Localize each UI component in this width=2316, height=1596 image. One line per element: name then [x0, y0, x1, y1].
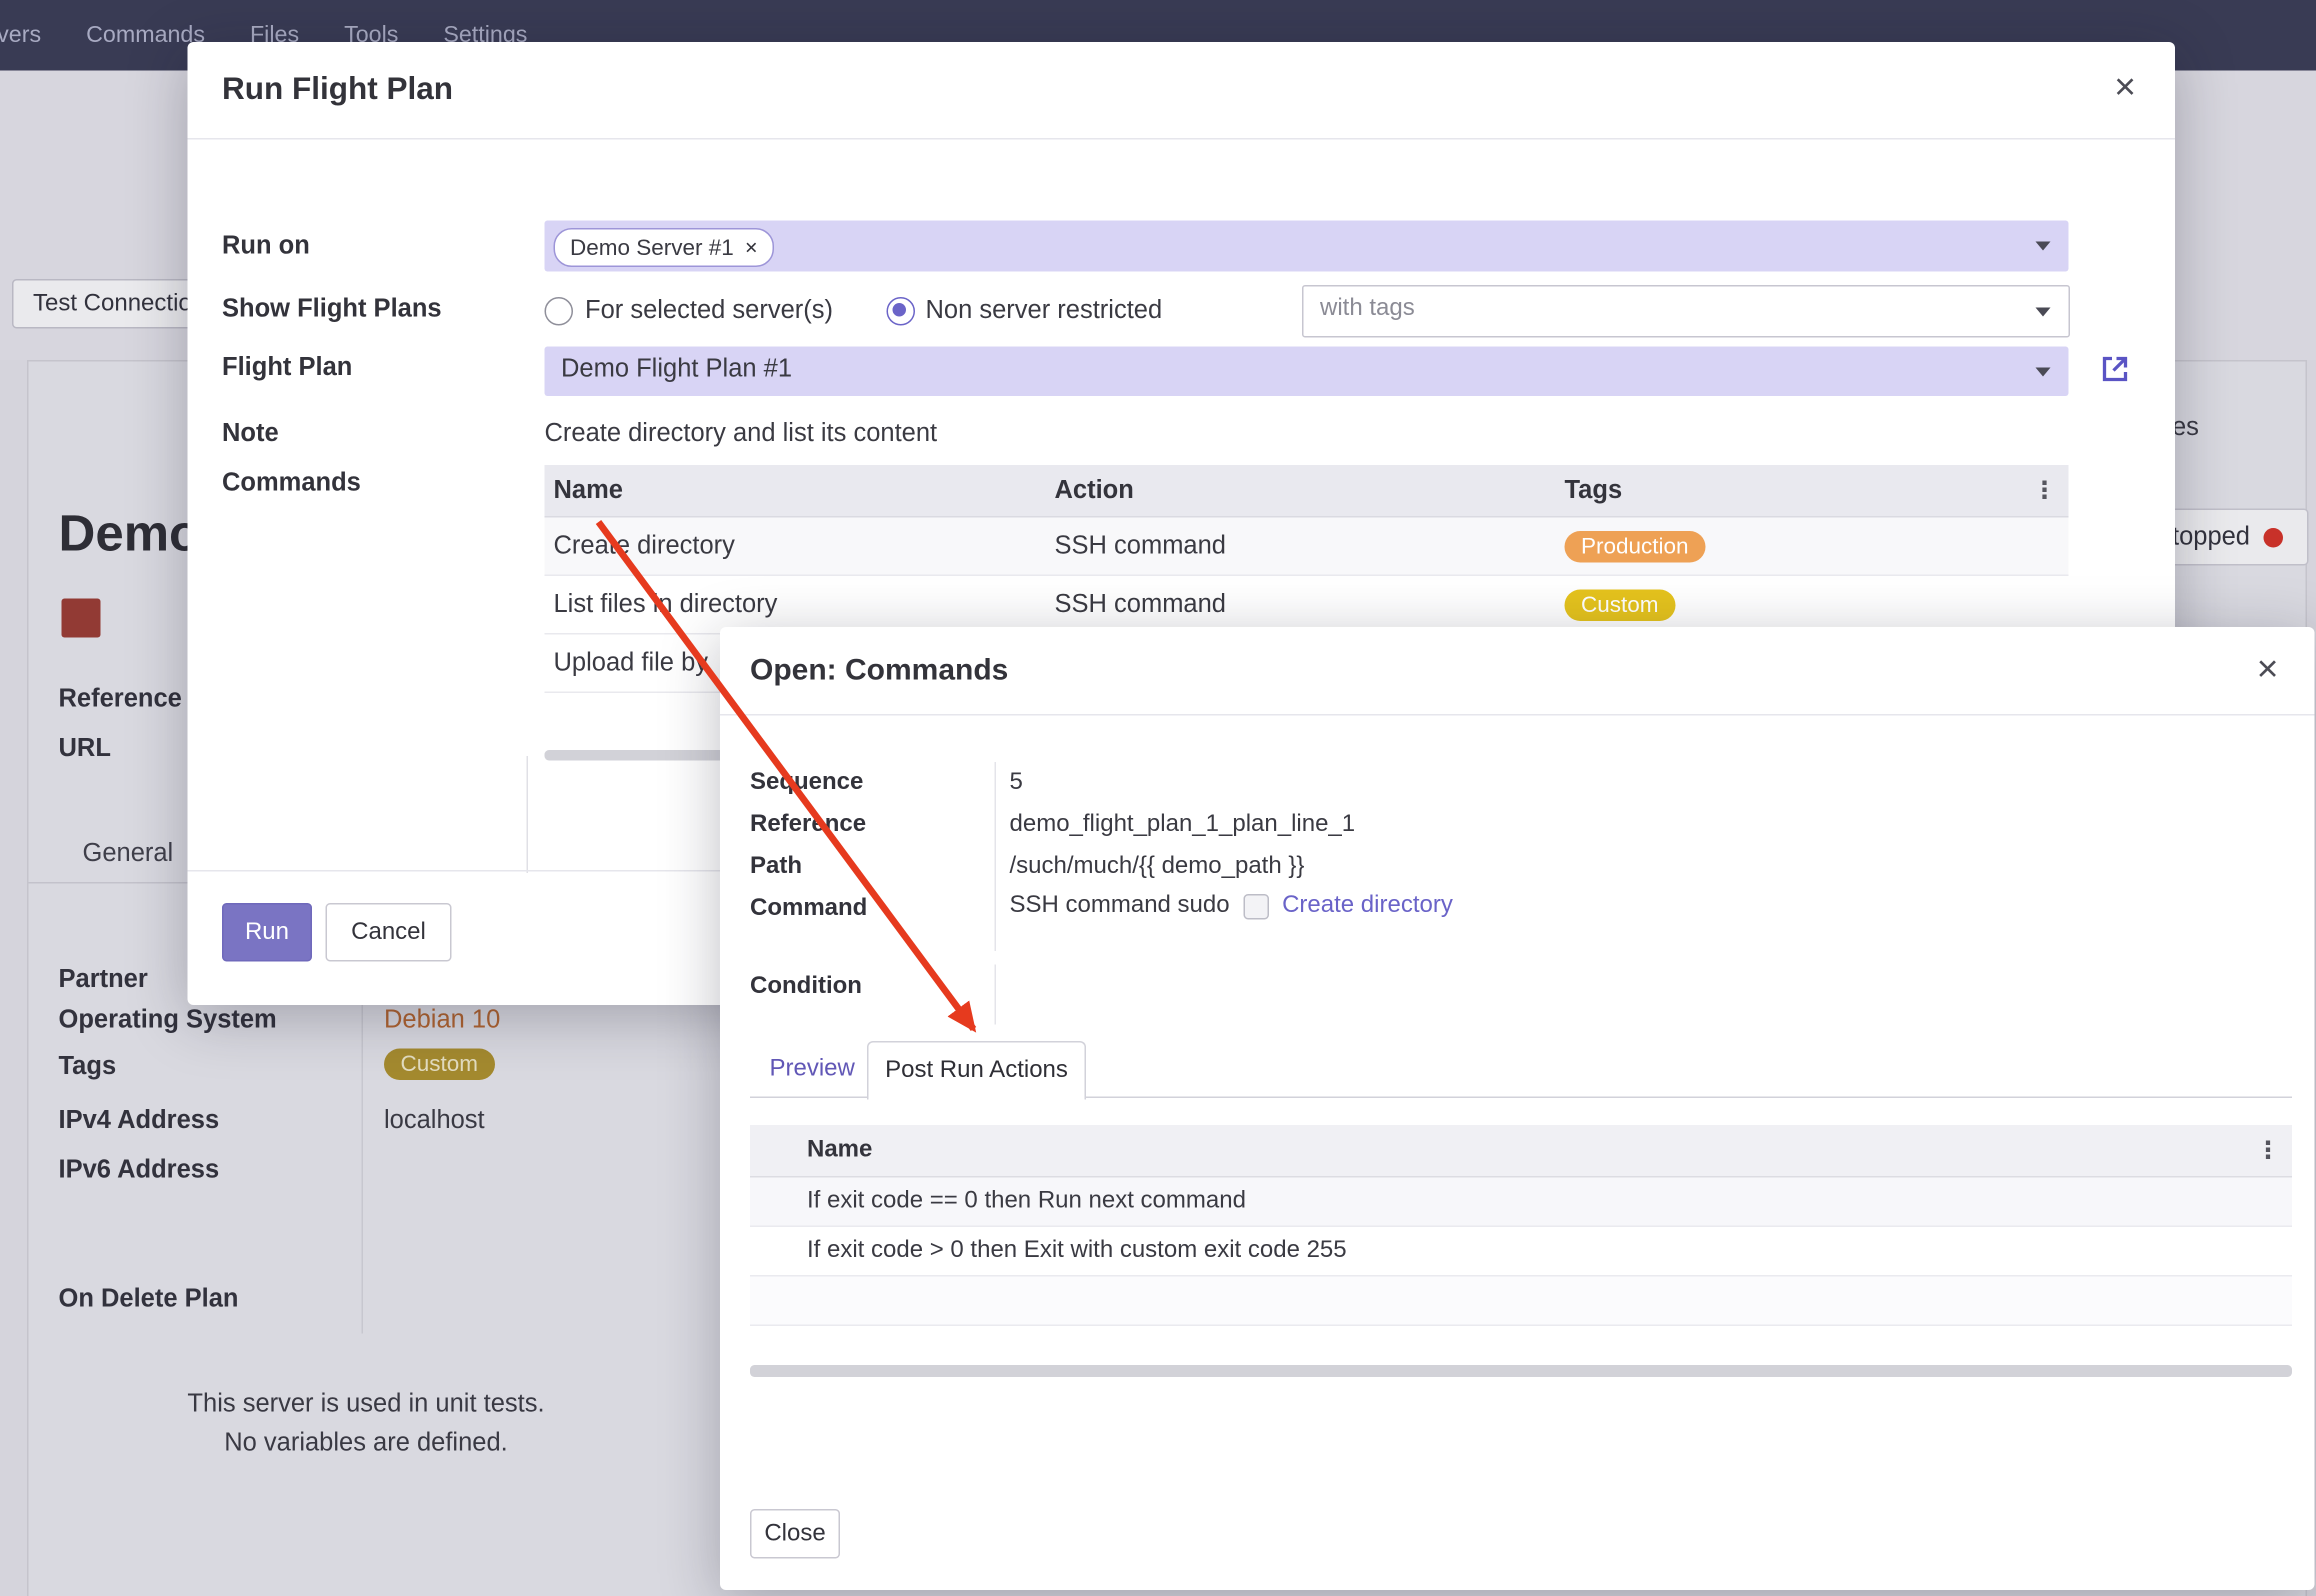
command-value-row: SSH command sudo Create directory	[1010, 893, 1453, 920]
flight-plan-select[interactable]: Demo Flight Plan #1	[545, 347, 2069, 397]
path-value: /such/much/{{ demo_path }}	[1010, 854, 1305, 881]
server-chip[interactable]: Demo Server #1 ✕	[554, 228, 775, 267]
note-label: Note	[222, 419, 279, 449]
column-options-icon[interactable]: ⋮	[2256, 1136, 2280, 1166]
sequence-value: 5	[1010, 770, 1023, 797]
tab-post-run-actions[interactable]: Post Run Actions	[867, 1041, 1086, 1100]
post-run-actions-table: Name ⋮ If exit code == 0 then Run next c…	[750, 1125, 2292, 1326]
close-button[interactable]: Close	[750, 1509, 840, 1559]
column-options-icon[interactable]: ⋮	[2033, 476, 2057, 506]
command-label: Command	[750, 896, 867, 923]
flight-plan-value: Demo Flight Plan #1	[561, 354, 792, 384]
col-name: Name	[807, 1137, 2292, 1164]
table-row[interactable]: If exit code == 0 then Run next command	[750, 1178, 2292, 1228]
reference-value: demo_flight_plan_1_plan_line_1	[1010, 812, 1356, 839]
path-label: Path	[750, 854, 802, 881]
run-button[interactable]: Run	[222, 903, 312, 962]
radio-non-server-restricted[interactable]	[887, 297, 916, 326]
run-on-tags-select[interactable]: Demo Server #1 ✕	[545, 221, 2069, 272]
reference-label: Reference	[750, 812, 866, 839]
row-name: List files in directory	[545, 590, 1055, 620]
condition-label: Condition	[750, 974, 862, 1001]
close-icon[interactable]: ×	[2257, 651, 2279, 689]
screen: Servers Commands Files Tools Settings Te…	[0, 0, 2316, 1596]
commands-label: Commands	[222, 468, 361, 498]
field-column-divider	[995, 762, 997, 951]
table-row[interactable]: List files in directory SSH command Cust…	[545, 576, 2069, 635]
with-tags-select[interactable]: with tags	[1302, 285, 2070, 338]
col-tags: Tags	[1565, 476, 2069, 506]
create-directory-link[interactable]: Create directory	[1282, 893, 1453, 920]
table-row-empty	[750, 1277, 2292, 1327]
dialog-title: Run Flight Plan	[222, 72, 453, 108]
col-action: Action	[1055, 476, 1565, 506]
field-column-divider	[995, 965, 997, 1025]
column-divider	[527, 756, 529, 873]
table-row[interactable]: If exit code > 0 then Exit with custom e…	[750, 1227, 2292, 1277]
external-link-icon[interactable]	[2097, 351, 2133, 387]
flight-plan-label: Flight Plan	[222, 353, 352, 383]
chevron-down-icon	[2036, 367, 2051, 376]
post-run-table-header: Name ⋮	[750, 1125, 2292, 1178]
command-value: SSH command sudo	[1010, 893, 1230, 920]
note-value: Create directory and list its content	[545, 419, 938, 449]
cancel-button[interactable]: Cancel	[326, 903, 452, 962]
sudo-checkbox[interactable]	[1243, 893, 1269, 919]
chevron-down-icon	[2036, 307, 2051, 316]
dialog-title: Open: Commands	[750, 654, 1008, 689]
header-divider	[188, 138, 2176, 140]
col-name: Name	[545, 476, 1055, 506]
run-on-label: Run on	[222, 231, 310, 261]
row-name: If exit code > 0 then Exit with custom e…	[807, 1238, 2292, 1265]
tag-badge: Production	[1565, 530, 1706, 562]
server-chip-label: Demo Server #1	[570, 235, 734, 261]
chip-remove-icon[interactable]: ✕	[744, 238, 758, 258]
row-action: SSH command	[1055, 590, 1565, 620]
chevron-down-icon	[2036, 242, 2051, 251]
with-tags-placeholder: with tags	[1320, 296, 1415, 323]
close-icon[interactable]: ×	[2114, 69, 2136, 107]
radio-for-selected-servers[interactable]	[545, 297, 574, 326]
table-row[interactable]: Create directory SSH command Production	[545, 518, 2069, 577]
header-divider	[720, 714, 2315, 716]
tag-badge: Custom	[1565, 589, 1676, 621]
table-h-scrollbar[interactable]	[750, 1365, 2292, 1377]
open-commands-dialog: Open: Commands × Sequence 5 Reference de…	[720, 627, 2315, 1590]
radio-for-selected-servers-label: For selected server(s)	[585, 296, 833, 326]
row-action: SSH command	[1055, 531, 1565, 561]
row-name: If exit code == 0 then Run next command	[807, 1188, 2292, 1215]
row-name: Create directory	[545, 531, 1055, 561]
tab-preview[interactable]: Preview	[770, 1056, 855, 1083]
sequence-label: Sequence	[750, 770, 863, 797]
show-flight-plans-label: Show Flight Plans	[222, 294, 442, 324]
radio-non-server-restricted-label: Non server restricted	[926, 296, 1163, 326]
commands-table-header: Name Action Tags ⋮	[545, 465, 2069, 518]
